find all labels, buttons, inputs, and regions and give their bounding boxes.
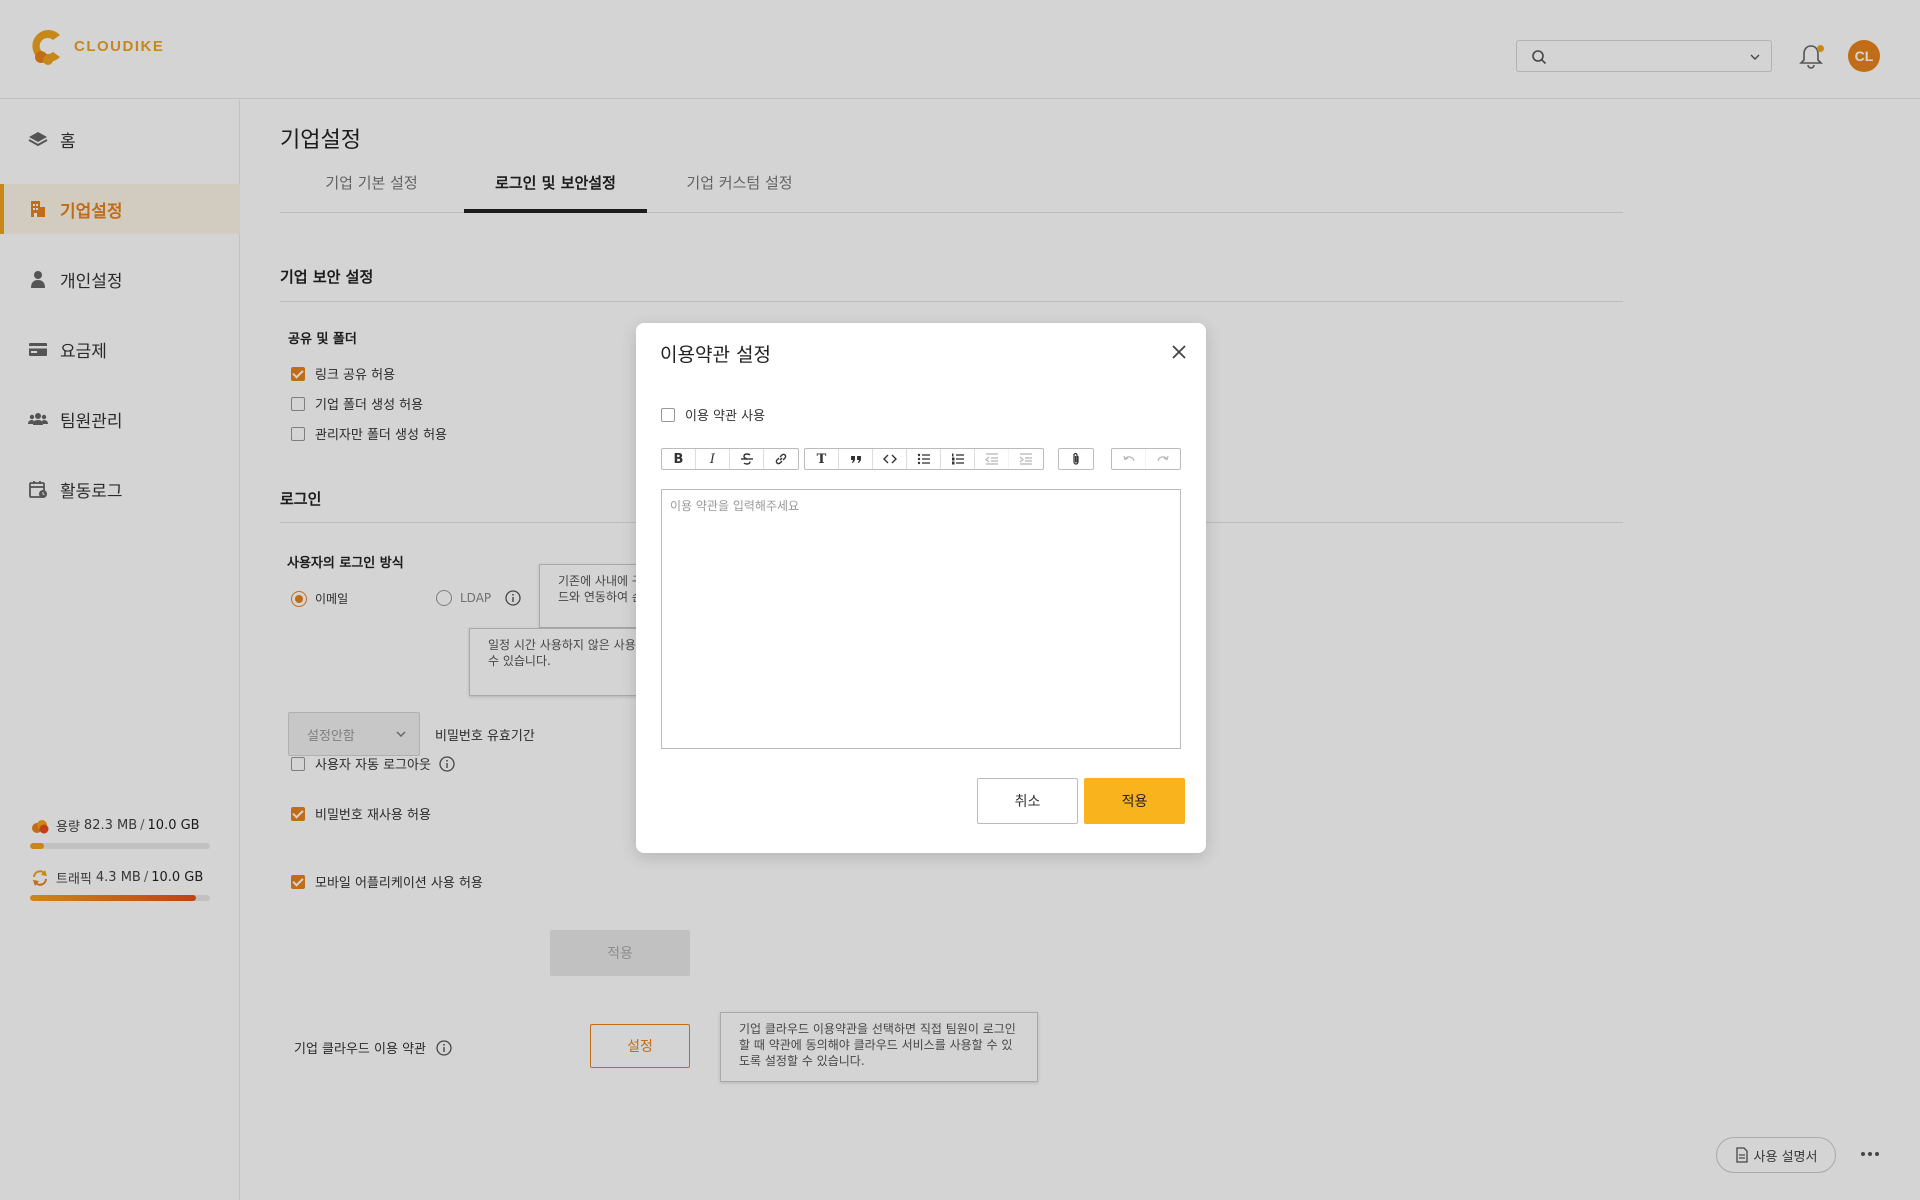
terms-modal: 이용약관 설정 이용 약관 사용 B I T 이용 약관을 입력해주세요 취소 …	[636, 323, 1206, 853]
italic-button[interactable]: I	[696, 449, 730, 469]
code-icon	[882, 454, 897, 464]
redo-button[interactable]	[1146, 449, 1180, 469]
close-icon[interactable]	[1170, 343, 1188, 361]
format-group: B I	[661, 448, 799, 470]
indent-button[interactable]	[1009, 449, 1043, 469]
quote-icon	[850, 456, 861, 463]
paperclip-icon	[1073, 452, 1079, 465]
attach-group	[1058, 448, 1094, 470]
attach-button[interactable]	[1059, 449, 1093, 469]
code-button[interactable]	[873, 449, 907, 469]
bold-button[interactable]: B	[662, 449, 696, 469]
heading-button[interactable]: T	[805, 449, 839, 469]
link-icon	[775, 453, 787, 465]
strikethrough-button[interactable]	[730, 449, 764, 469]
undo-button[interactable]	[1112, 449, 1146, 469]
cancel-button[interactable]: 취소	[977, 778, 1078, 824]
ordered-list-button[interactable]	[941, 449, 975, 469]
indent-icon	[1019, 453, 1032, 465]
app-window: CLOUDIKE CL 홈 기업설정 개인설정 요금제 팀원관리 활동로그 용량…	[0, 0, 1920, 1200]
modal-title: 이용약관 설정	[660, 344, 771, 366]
redo-icon	[1157, 455, 1169, 462]
apply-button[interactable]: 적용	[1084, 778, 1185, 824]
outdent-button[interactable]	[975, 449, 1009, 469]
terms-editor-input[interactable]	[662, 490, 1180, 748]
undo-icon	[1122, 455, 1135, 462]
quote-button[interactable]	[839, 449, 873, 469]
ordered-list-icon	[951, 453, 964, 465]
use-terms-checkbox[interactable]	[661, 407, 675, 422]
use-terms-option[interactable]: 이용 약관 사용	[661, 405, 765, 424]
terms-editor[interactable]	[661, 489, 1181, 749]
link-button[interactable]	[764, 449, 798, 469]
bullet-list-button[interactable]	[907, 449, 941, 469]
bullet-list-icon	[917, 453, 930, 465]
history-group	[1111, 448, 1181, 470]
outdent-icon	[984, 453, 998, 465]
block-group: T	[804, 448, 1044, 470]
strikethrough-icon	[740, 453, 753, 465]
